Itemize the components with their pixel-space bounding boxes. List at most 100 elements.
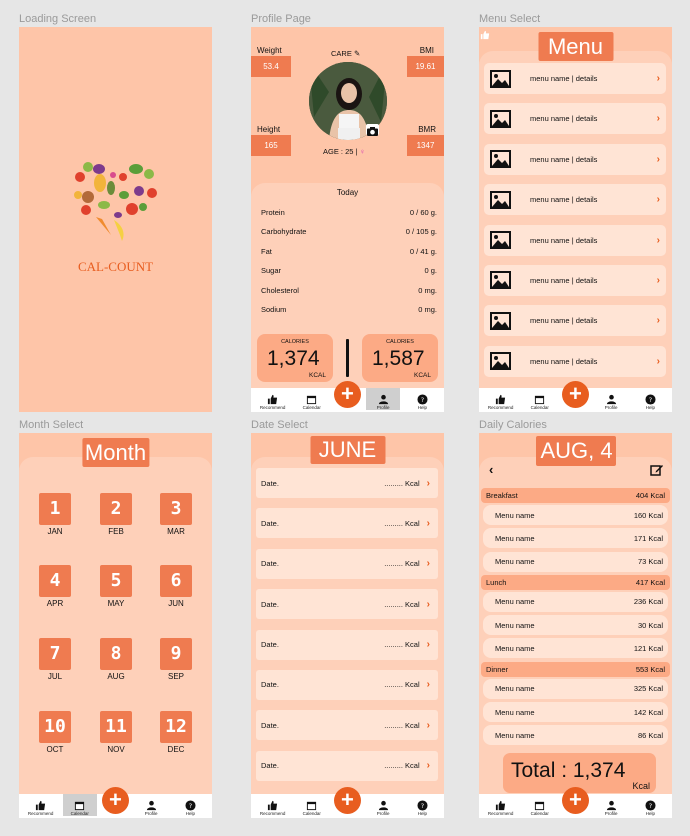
menu-item[interactable]: menu name | details ›: [484, 345, 666, 377]
camera-icon[interactable]: [366, 124, 379, 136]
add-button[interactable]: +: [333, 787, 361, 814]
chevron-right-icon: ›: [426, 719, 430, 731]
nav-label: Recommend: [27, 811, 54, 816]
nav-recommend[interactable]: Recommend: [256, 794, 290, 816]
nav-calendar[interactable]: Calendar: [523, 794, 557, 816]
nav-recommend[interactable]: Recommend: [256, 388, 290, 410]
meal-item[interactable]: Menu name 121 Kcal: [483, 638, 668, 659]
nav-help[interactable]: ? Help: [633, 388, 667, 410]
nutrient-name: Sugar: [261, 266, 282, 276]
menu-item[interactable]: menu name | details ›: [484, 184, 666, 216]
person-icon: [606, 800, 616, 811]
nav-profile[interactable]: Profile: [366, 794, 400, 816]
date-row[interactable]: Date. ......... Kcal ›: [256, 589, 438, 620]
meal-item[interactable]: Menu name 86 Kcal: [483, 725, 668, 746]
weight-value: 53.4: [251, 56, 291, 77]
date-row[interactable]: Date. ......... Kcal ›: [256, 750, 438, 781]
nav-calendar[interactable]: Calendar: [62, 794, 97, 816]
nav-help[interactable]: ? Help: [633, 794, 667, 816]
add-button[interactable]: +: [333, 381, 361, 408]
nutrient-value: 0 g.: [424, 266, 437, 276]
nav-calendar[interactable]: Calendar: [295, 794, 329, 816]
bmi-label: BMI: [419, 46, 434, 55]
add-button[interactable]: +: [101, 787, 129, 814]
date-row[interactable]: Date. ......... Kcal ›: [256, 548, 438, 579]
svg-text:?: ?: [421, 396, 424, 404]
month-button-oct[interactable]: 10 OCT: [39, 711, 71, 754]
nav-help[interactable]: ? Help: [405, 794, 439, 816]
date-row[interactable]: Date. ......... Kcal ›: [256, 468, 438, 498]
menu-item[interactable]: menu name | details ›: [484, 264, 666, 296]
month-number: 3: [160, 493, 192, 525]
date-kcal: ......... Kcal: [384, 478, 420, 488]
back-icon[interactable]: ‹: [489, 462, 493, 477]
month-button-may[interactable]: 5 MAY: [100, 565, 132, 608]
chevron-right-icon: ›: [426, 517, 430, 529]
add-button[interactable]: +: [561, 787, 589, 814]
month-number: 2: [100, 493, 132, 525]
add-button[interactable]: +: [561, 381, 589, 408]
menu-item[interactable]: menu name | details ›: [484, 103, 666, 135]
nav-label: Recommend: [487, 811, 514, 816]
date-row[interactable]: Date. ......... Kcal ›: [256, 669, 438, 700]
meal-item[interactable]: Menu name 325 Kcal: [483, 678, 668, 699]
date-label: Date.: [261, 640, 279, 650]
nav-recommend[interactable]: Recommend: [24, 794, 58, 816]
nav-help[interactable]: ? Help: [405, 388, 439, 410]
total-value: Total : 1,374: [511, 759, 626, 782]
meal-item[interactable]: Menu name 30 Kcal: [483, 615, 668, 636]
chevron-right-icon: ›: [426, 760, 430, 772]
month-number: 4: [39, 565, 71, 597]
date-label: Date.: [261, 478, 279, 488]
edit-icon[interactable]: ✎: [354, 49, 360, 58]
calories-label: CALORIES: [281, 339, 309, 345]
menu-item[interactable]: menu name | details ›: [484, 143, 666, 175]
nav-profile[interactable]: Profile: [594, 794, 628, 816]
edit-icon[interactable]: [650, 463, 664, 481]
date-kcal: ......... Kcal: [384, 761, 420, 771]
month-button-apr[interactable]: 4 APR: [39, 565, 71, 608]
nav-recommend[interactable]: Recommend: [484, 388, 518, 410]
menu-item[interactable]: menu name | details ›: [484, 224, 666, 256]
date-row[interactable]: Date. ......... Kcal ›: [256, 508, 438, 539]
month-button-mar[interactable]: 3 MAR: [160, 493, 192, 536]
month-button-jul[interactable]: 7 JUL: [39, 638, 71, 681]
nav-calendar[interactable]: Calendar: [523, 388, 557, 410]
nutrient-name: Fat: [261, 246, 272, 256]
meal-item[interactable]: Menu name 160 Kcal: [483, 505, 668, 525]
svg-text:?: ?: [649, 802, 652, 810]
meal-item[interactable]: Menu name 142 Kcal: [483, 702, 668, 723]
meal-item[interactable]: Menu name 73 Kcal: [483, 551, 668, 572]
nav-profile[interactable]: Profile: [594, 388, 628, 410]
nav-profile[interactable]: Profile: [366, 388, 401, 410]
frame-label-profile: Profile Page: [251, 13, 311, 25]
calories-label: CALORIES: [386, 339, 414, 345]
month-name: SEP: [167, 672, 184, 681]
help-icon: ?: [417, 394, 428, 405]
month-button-jan[interactable]: 1 JAN: [39, 493, 71, 536]
month-button-jun[interactable]: 6 JUN: [160, 565, 192, 608]
meal-item-name: Menu name: [495, 597, 535, 607]
nav-calendar[interactable]: Calendar: [295, 388, 329, 410]
meal-item[interactable]: Menu name 171 Kcal: [483, 528, 668, 549]
month-button-feb[interactable]: 2 FEB: [100, 493, 132, 536]
date-row[interactable]: Date. ......... Kcal ›: [256, 710, 438, 741]
veggie-heart-logo: [74, 162, 157, 241]
month-button-nov[interactable]: 11 NOV: [100, 711, 132, 754]
meal-item-name: Menu name: [495, 643, 535, 653]
meal-name: Dinner: [486, 664, 509, 674]
nutrient-row: Sugar 0 g.: [261, 266, 437, 285]
height-value: 165: [251, 135, 291, 156]
nav-help[interactable]: ? Help: [173, 794, 207, 816]
month-button-dec[interactable]: 12 DEC: [160, 711, 192, 754]
date-row[interactable]: Date. ......... Kcal ›: [256, 629, 438, 660]
month-name: MAR: [167, 527, 185, 536]
month-button-aug[interactable]: 8 AUG: [100, 638, 132, 681]
menu-item[interactable]: menu name | details ›: [484, 305, 666, 337]
meal-item[interactable]: Menu name 236 Kcal: [483, 591, 668, 612]
nutrient-value: 0 / 60 g.: [409, 208, 437, 217]
month-button-sep[interactable]: 9 SEP: [160, 638, 192, 681]
nav-profile[interactable]: Profile: [134, 794, 168, 816]
menu-item[interactable]: menu name | details ›: [484, 63, 666, 94]
nav-recommend[interactable]: Recommend: [484, 794, 518, 816]
